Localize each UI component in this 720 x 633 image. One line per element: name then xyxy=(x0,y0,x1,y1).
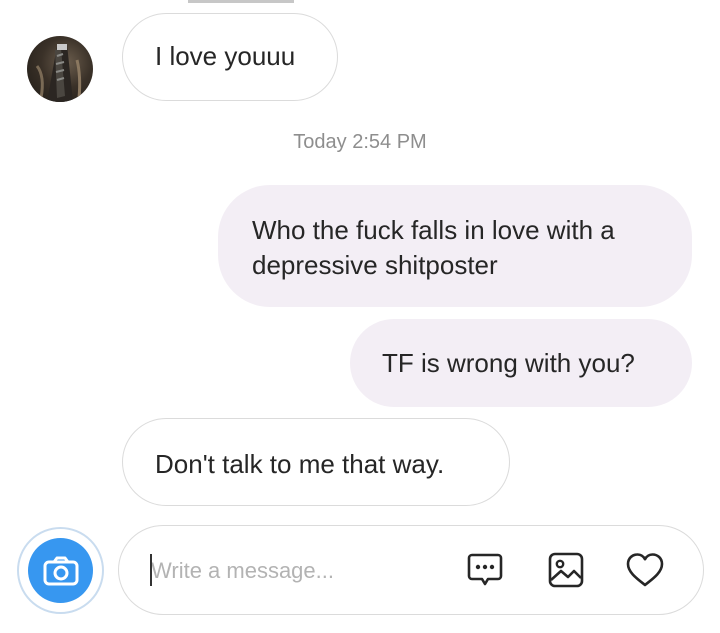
avatar-photo xyxy=(35,44,82,102)
gallery-icon xyxy=(548,552,584,588)
camera-icon xyxy=(43,556,78,585)
message-incoming[interactable]: Don't talk to me that way. xyxy=(122,418,510,506)
gallery-button[interactable] xyxy=(544,548,588,592)
message-input[interactable] xyxy=(151,556,451,586)
message-timestamp: Today 2:54 PM xyxy=(293,131,427,153)
message-composer xyxy=(118,525,704,615)
message-outgoing[interactable]: TF is wrong with you? xyxy=(350,319,692,407)
text-caret xyxy=(150,554,152,586)
sticker-button[interactable] xyxy=(463,548,507,592)
heart-icon xyxy=(626,553,664,587)
message-outgoing[interactable]: Who the fuck falls in love with a depres… xyxy=(218,185,692,307)
sticker-icon xyxy=(467,553,503,586)
message-incoming[interactable]: I love youuu xyxy=(122,13,338,101)
camera-button[interactable] xyxy=(17,527,104,614)
avatar[interactable] xyxy=(27,36,93,102)
scroll-divider xyxy=(188,0,294,3)
like-button[interactable] xyxy=(623,548,667,592)
camera-button-fill xyxy=(28,538,93,603)
